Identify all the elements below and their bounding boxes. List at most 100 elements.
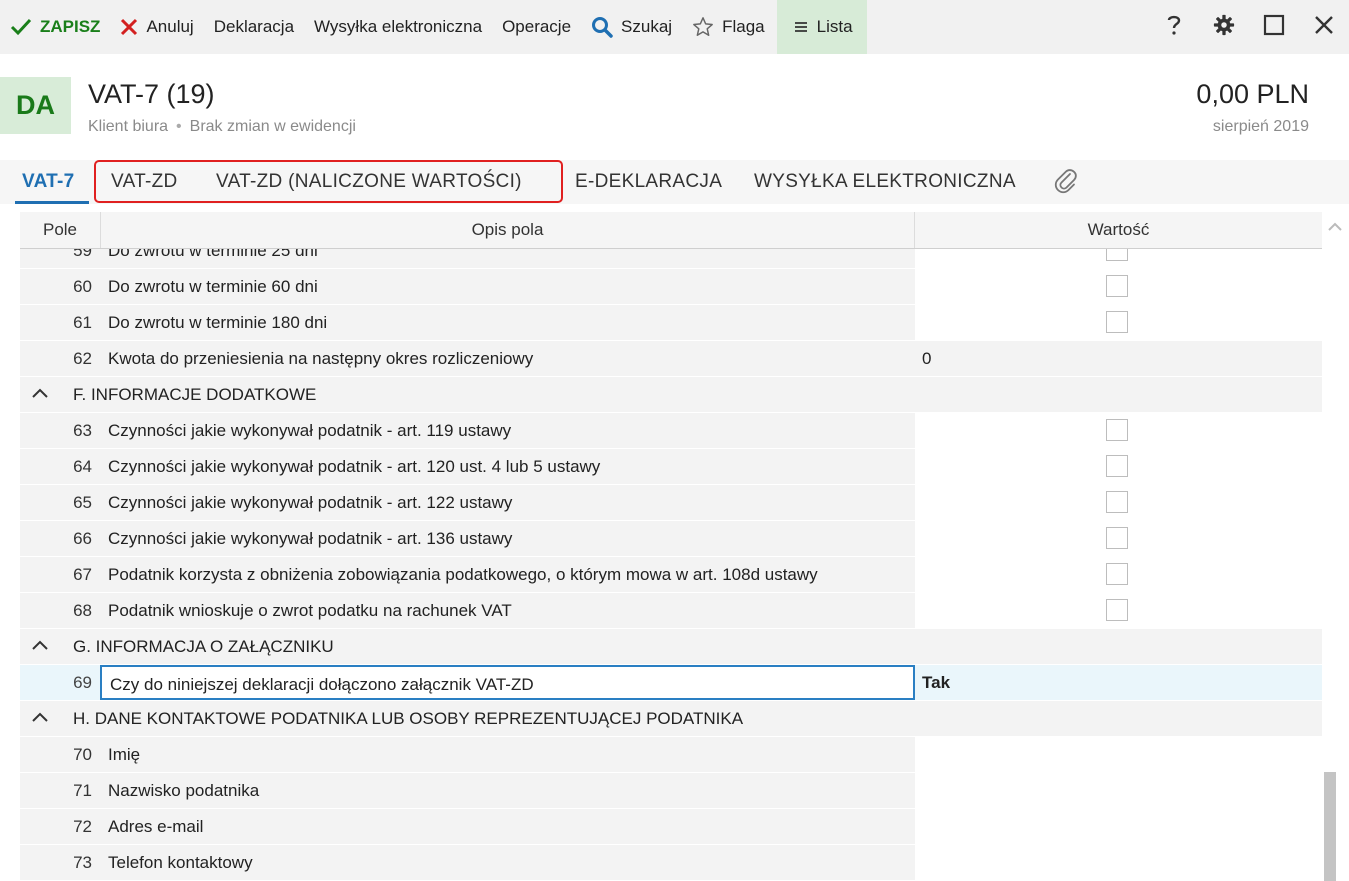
- operations-menu[interactable]: Operacje: [492, 0, 581, 54]
- section-header[interactable]: F. INFORMACJE DODATKOWE: [20, 377, 1322, 412]
- maximize-button[interactable]: [1249, 0, 1299, 54]
- section-header[interactable]: H. DANE KONTAKTOWE PODATNIKA LUB OSOBY R…: [20, 701, 1322, 736]
- field-value-cell[interactable]: [915, 557, 1322, 592]
- table-row[interactable]: 60 Do zwrotu w terminie 60 dni: [20, 269, 1322, 304]
- tab-vat-7[interactable]: VAT-7: [22, 171, 75, 193]
- table-row[interactable]: 71 Nazwisko podatnika: [20, 773, 1322, 808]
- flag-button[interactable]: Flaga: [682, 0, 775, 54]
- section-title: H. DANE KONTAKTOWE PODATNIKA LUB OSOBY R…: [73, 709, 744, 728]
- field-value-cell[interactable]: [915, 845, 1322, 880]
- table-row[interactable]: 65 Czynności jakie wykonywał podatnik - a…: [20, 485, 1322, 520]
- field-description-cell[interactable]: Telefon kontaktowy: [100, 845, 915, 880]
- field-value-cell[interactable]: [915, 593, 1322, 628]
- table-row[interactable]: 69 Czy do niniejszej deklaracji dołączono…: [20, 665, 1322, 700]
- table-row[interactable]: 73 Telefon kontaktowy: [20, 845, 1322, 880]
- checkbox[interactable]: [1106, 599, 1128, 621]
- chevron-up-icon[interactable]: [1327, 220, 1343, 238]
- list-button[interactable]: Lista: [776, 0, 867, 54]
- settings-button[interactable]: [1199, 0, 1249, 54]
- cancel-button[interactable]: Anuluj: [110, 0, 203, 54]
- field-description-cell[interactable]: Czy do niniejszej deklaracji dołączono z…: [100, 665, 915, 700]
- checkbox[interactable]: [1106, 455, 1128, 477]
- field-description: Czynności jakie wykonywał podatnik - art…: [108, 421, 512, 440]
- field-description-cell[interactable]: Czynności jakie wykonywał podatnik - art…: [100, 449, 915, 484]
- field-value-cell[interactable]: [915, 413, 1322, 448]
- separator-dot: •: [176, 118, 182, 135]
- table-row[interactable]: 72 Adres e-mail: [20, 809, 1322, 844]
- field-description-cell[interactable]: Adres e-mail: [100, 809, 915, 844]
- vertical-scrollbar[interactable]: [1322, 212, 1349, 881]
- field-description: Imię: [108, 745, 141, 764]
- field-description: Kwota do przeniesienia na następny okres…: [108, 349, 534, 368]
- field-value-cell[interactable]: Tak: [915, 665, 1322, 700]
- tab-e-declaration[interactable]: E-DEKLARACJA: [575, 171, 722, 193]
- field-description-cell[interactable]: Podatnik korzysta z obniżenia zobowiązan…: [100, 557, 915, 592]
- table-row[interactable]: 68 Podatnik wnioskuje o zwrot podatku na …: [20, 593, 1322, 628]
- table-row[interactable]: 66 Czynności jakie wykonywał podatnik - a…: [20, 521, 1322, 556]
- field-number: 67: [73, 565, 92, 584]
- checkbox[interactable]: [1106, 419, 1128, 441]
- tab-electronic-send[interactable]: WYSYŁKA ELEKTRONICZNA: [754, 171, 1016, 193]
- field-number: 69: [73, 673, 92, 692]
- field-description-cell[interactable]: Do zwrotu w terminie 60 dni: [100, 269, 915, 304]
- field-description: Telefon kontaktowy: [108, 853, 253, 872]
- field-value-cell[interactable]: [915, 269, 1322, 304]
- table-row[interactable]: 61 Do zwrotu w terminie 180 dni: [20, 305, 1322, 340]
- chevron-up-icon[interactable]: [30, 637, 50, 657]
- field-description-cell[interactable]: Czynności jakie wykonywał podatnik - art…: [100, 413, 915, 448]
- chevron-up-icon[interactable]: [30, 385, 50, 405]
- cancel-label: Anuluj: [146, 17, 194, 36]
- table-row[interactable]: 67 Podatnik korzysta z obniżenia zobowiąz…: [20, 557, 1322, 592]
- field-description-cell[interactable]: Czynności jakie wykonywał podatnik - art…: [100, 521, 915, 556]
- search-icon: [591, 16, 613, 38]
- field-value-cell: 0: [915, 341, 1322, 376]
- field-number: 66: [73, 529, 92, 548]
- checkbox[interactable]: [1106, 563, 1128, 585]
- tab-attachments[interactable]: [1053, 168, 1079, 200]
- chevron-up-icon[interactable]: [30, 709, 50, 729]
- field-value-cell[interactable]: [915, 449, 1322, 484]
- field-value-cell[interactable]: [915, 773, 1322, 808]
- table-row[interactable]: 64 Czynności jakie wykonywał podatnik - a…: [20, 449, 1322, 484]
- field-value-cell[interactable]: [915, 485, 1322, 520]
- field-description-cell[interactable]: Kwota do przeniesienia na następny okres…: [100, 341, 915, 376]
- checkbox[interactable]: [1106, 527, 1128, 549]
- checkbox[interactable]: [1106, 311, 1128, 333]
- field-description: Podatnik wnioskuje o zwrot podatku na ra…: [108, 601, 512, 620]
- operations-label: Operacje: [502, 17, 572, 36]
- scrollbar-thumb[interactable]: [1324, 772, 1336, 881]
- column-header-value[interactable]: Wartość: [915, 220, 1322, 240]
- window-close-button[interactable]: [1299, 0, 1349, 54]
- section-header[interactable]: G. INFORMACJA O ZAŁĄCZNIKU: [20, 629, 1322, 664]
- field-value-cell[interactable]: [915, 737, 1322, 772]
- field-description: Do zwrotu w terminie 60 dni: [108, 277, 318, 296]
- save-button[interactable]: ZAPISZ: [0, 0, 110, 54]
- checkbox[interactable]: [1106, 491, 1128, 513]
- field-value-cell[interactable]: [915, 809, 1322, 844]
- field-value-cell[interactable]: [915, 521, 1322, 556]
- field-description-cell[interactable]: Nazwisko podatnika: [100, 773, 915, 808]
- help-button[interactable]: [1149, 0, 1199, 54]
- field-description-cell[interactable]: Czynności jakie wykonywał podatnik - art…: [100, 485, 915, 520]
- cell-value: Tak: [922, 673, 951, 692]
- field-description-cell[interactable]: Imię: [100, 737, 915, 772]
- electronic-send-menu[interactable]: Wysyłka elektroniczna: [304, 0, 492, 54]
- table-row[interactable]: 62 Kwota do przeniesienia na następny okr…: [20, 341, 1322, 376]
- gear-icon: [1213, 14, 1235, 41]
- table-row[interactable]: 63 Czynności jakie wykonywał podatnik - a…: [20, 413, 1322, 448]
- field-description: Czynności jakie wykonywał podatnik - art…: [108, 529, 513, 548]
- declaration-menu[interactable]: Deklaracja: [204, 0, 304, 54]
- column-header-field[interactable]: Pole: [20, 220, 100, 240]
- search-label: Szukaj: [621, 17, 673, 36]
- field-value-cell[interactable]: [915, 305, 1322, 340]
- field-description-cell[interactable]: Do zwrotu w terminie 180 dni: [100, 305, 915, 340]
- checkbox[interactable]: [1106, 275, 1128, 297]
- table-row[interactable]: 70 Imię: [20, 737, 1322, 772]
- active-tab-indicator: [15, 201, 89, 204]
- field-description: Nazwisko podatnika: [108, 781, 260, 800]
- field-number: 62: [73, 349, 92, 368]
- save-label: ZAPISZ: [40, 17, 101, 36]
- search-button[interactable]: Szukaj: [581, 0, 682, 54]
- field-description-cell[interactable]: Podatnik wnioskuje o zwrot podatku na ra…: [100, 593, 915, 628]
- column-header-description[interactable]: Opis pola: [100, 220, 915, 240]
